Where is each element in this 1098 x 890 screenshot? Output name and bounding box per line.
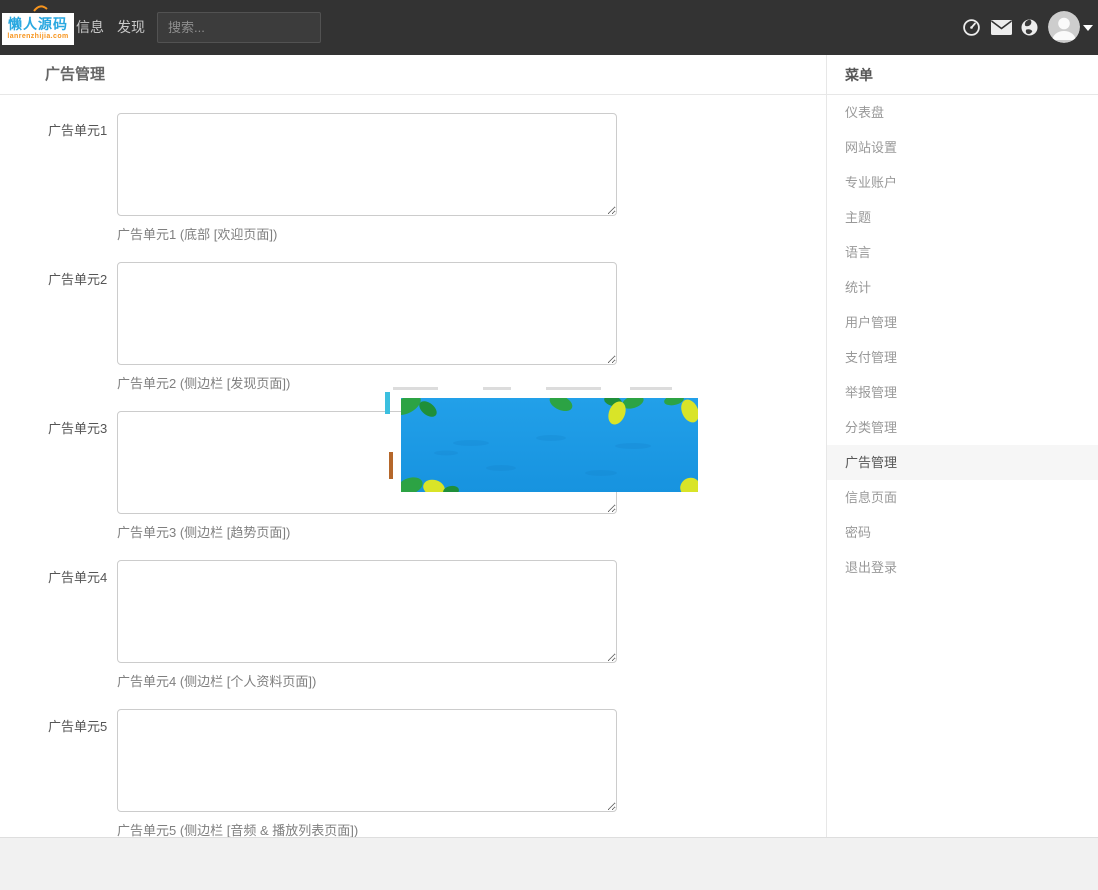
- caret-down-icon[interactable]: [1083, 25, 1093, 31]
- sidebar-item-info-pages[interactable]: 信息页面: [827, 480, 1098, 515]
- ad-unit-5-label: 广告单元5: [48, 709, 117, 735]
- speedometer-icon[interactable]: [963, 19, 980, 36]
- sidebar-item-dashboard[interactable]: 仪表盘: [827, 95, 1098, 130]
- ad-unit-1-field: 广告单元1 广告单元1 (底部 [欢迎页面]): [48, 113, 826, 243]
- sidebar-item-pro-account[interactable]: 专业账户: [827, 165, 1098, 200]
- nav-item-discover[interactable]: 发现: [117, 0, 145, 55]
- ad-unit-3-label: 广告单元3: [48, 411, 117, 437]
- ad-unit-2-label: 广告单元2: [48, 262, 117, 288]
- overlay-artifact: [630, 387, 672, 390]
- logo-swoosh-icon: [33, 3, 48, 13]
- ad-unit-1-textarea[interactable]: [117, 113, 617, 216]
- audio-player-bar: [0, 837, 1098, 890]
- overlay-artifact: [546, 387, 601, 390]
- logo-subtitle: lanrenzhijia.com: [2, 33, 74, 41]
- sidebar-item-password[interactable]: 密码: [827, 515, 1098, 550]
- sidebar-item-site-settings[interactable]: 网站设置: [827, 130, 1098, 165]
- overlay-artifact-orange: [389, 452, 393, 479]
- ad-unit-3-caption: 广告单元3 (侧边栏 [趋势页面]): [117, 522, 826, 541]
- top-navbar: 懒人源码 lanrenzhijia.com 信息 发现: [0, 0, 1098, 55]
- ad-banner-image: [401, 398, 698, 492]
- sidebar-item-logout[interactable]: 退出登录: [827, 550, 1098, 585]
- menu-sidebar: 菜单 仪表盘 网站设置 专业账户 主题 语言 统计 用户管理 支付管理 举报管理…: [826, 55, 1098, 837]
- sidebar-item-language[interactable]: 语言: [827, 235, 1098, 270]
- ad-unit-5-textarea[interactable]: [117, 709, 617, 812]
- ad-unit-4-label: 广告单元4: [48, 560, 117, 586]
- overlay-artifact: [393, 387, 438, 390]
- logo-title: 懒人源码: [2, 16, 74, 33]
- ad-unit-1-label: 广告单元1: [48, 113, 117, 139]
- sidebar-item-categories[interactable]: 分类管理: [827, 410, 1098, 445]
- page-title: 广告管理: [0, 55, 826, 95]
- sidebar-item-statistics[interactable]: 统计: [827, 270, 1098, 305]
- sidebar-item-users[interactable]: 用户管理: [827, 305, 1098, 340]
- ad-unit-4-caption: 广告单元4 (侧边栏 [个人资料页面]): [117, 671, 826, 690]
- ad-unit-5-field: 广告单元5 广告单元5 (侧边栏 [音频 & 播放列表页面]): [48, 709, 826, 839]
- overlay-artifact-cyan: [385, 392, 390, 414]
- globe-icon[interactable]: [1021, 19, 1038, 36]
- nav-item-messages[interactable]: 信息: [76, 0, 104, 55]
- overlay-artifact: [483, 387, 511, 390]
- mail-icon[interactable]: [991, 20, 1012, 35]
- sidebar-item-payments[interactable]: 支付管理: [827, 340, 1098, 375]
- avatar[interactable]: [1048, 11, 1080, 43]
- ad-unit-2-caption: 广告单元2 (侧边栏 [发现页面]): [117, 373, 826, 392]
- sidebar-item-themes[interactable]: 主题: [827, 200, 1098, 235]
- ad-unit-2-field: 广告单元2 广告单元2 (侧边栏 [发现页面]): [48, 262, 826, 392]
- ad-unit-4-field: 广告单元4 广告单元4 (侧边栏 [个人资料页面]): [48, 560, 826, 690]
- sidebar-item-reports[interactable]: 举报管理: [827, 375, 1098, 410]
- ad-unit-4-textarea[interactable]: [117, 560, 617, 663]
- logo[interactable]: 懒人源码 lanrenzhijia.com: [2, 13, 74, 45]
- sidebar-title: 菜单: [827, 55, 1098, 95]
- search-input[interactable]: [157, 12, 321, 43]
- sidebar-item-ads[interactable]: 广告管理: [827, 445, 1098, 480]
- ad-unit-2-textarea[interactable]: [117, 262, 617, 365]
- ad-unit-1-caption: 广告单元1 (底部 [欢迎页面]): [117, 224, 826, 243]
